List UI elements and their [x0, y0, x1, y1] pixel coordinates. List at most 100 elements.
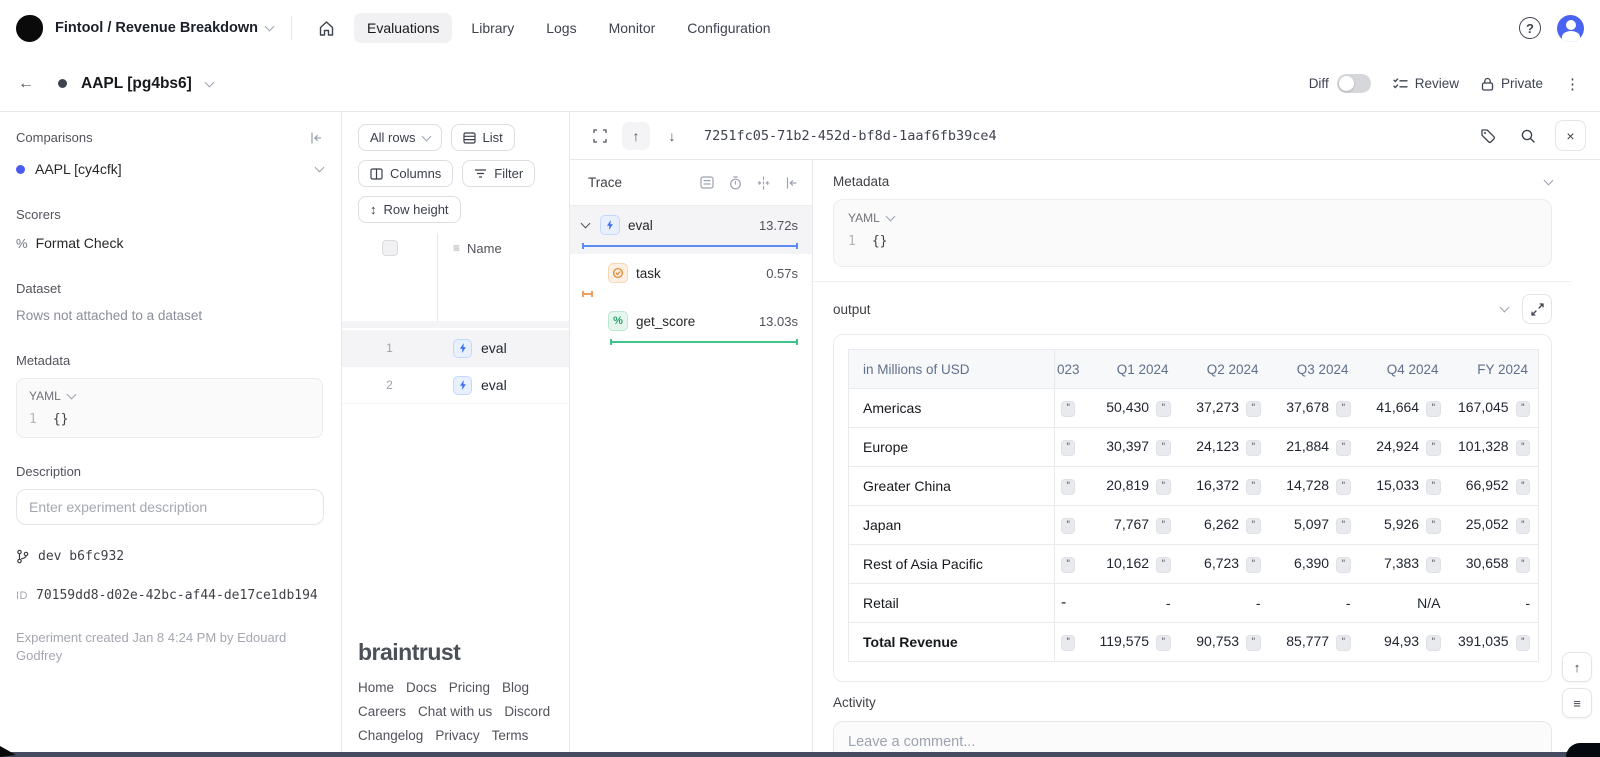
- footer-link-home[interactable]: Home: [358, 680, 394, 695]
- tab-evaluations[interactable]: Evaluations: [354, 13, 452, 43]
- metadata-yaml-editor[interactable]: YAML 1 {}: [16, 378, 323, 438]
- align-spans-icon[interactable]: [757, 176, 770, 190]
- quote-icon: [1061, 479, 1075, 495]
- expand-output-button[interactable]: [1522, 294, 1552, 324]
- more-menu-button[interactable]: ⋮: [1565, 75, 1580, 93]
- avatar[interactable]: [1557, 15, 1584, 42]
- caret-down-icon[interactable]: [581, 219, 591, 229]
- experiment-title[interactable]: AAPL [pg4bs6]: [81, 75, 192, 93]
- span-list-icon[interactable]: [700, 176, 714, 189]
- quote-icon: [1516, 557, 1530, 573]
- description-input[interactable]: [16, 489, 324, 525]
- mouse-cursor: [0, 746, 16, 757]
- collapse-panel-icon[interactable]: [309, 132, 323, 144]
- quote-icon: [1156, 440, 1170, 456]
- home-icon: [318, 20, 335, 37]
- footer-link-discord[interactable]: Discord: [504, 704, 550, 719]
- comparison-experiment[interactable]: AAPL [cy4cfk]: [16, 161, 323, 177]
- tab-library[interactable]: Library: [458, 13, 527, 43]
- row-name-value: eval: [481, 377, 507, 393]
- review-button[interactable]: Review: [1393, 76, 1459, 91]
- trace-span-task[interactable]: task 0.57s: [570, 254, 812, 302]
- search-button[interactable]: [1515, 123, 1541, 149]
- private-label: Private: [1501, 76, 1543, 91]
- braintrust-logo-icon[interactable]: [16, 15, 43, 42]
- tag-button[interactable]: [1475, 123, 1501, 149]
- footer-link-careers[interactable]: Careers: [358, 704, 406, 719]
- columns-button[interactable]: Columns: [358, 160, 453, 187]
- breadcrumb[interactable]: Fintool / Revenue Breakdown: [55, 20, 273, 36]
- timer-icon[interactable]: [729, 176, 742, 190]
- cell-value: 37,678: [1286, 399, 1329, 415]
- footer-link-docs[interactable]: Docs: [406, 680, 437, 695]
- yaml-content: {}: [53, 412, 69, 427]
- cell-value: 101,328: [1458, 438, 1509, 454]
- metadata-yaml-editor[interactable]: YAML 1 {}: [833, 199, 1552, 267]
- column-drag-icon: ≡: [453, 241, 460, 255]
- tab-logs[interactable]: Logs: [533, 13, 589, 43]
- all-rows-dropdown[interactable]: All rows: [358, 124, 442, 151]
- region-label: Rest of Asia Pacific: [849, 545, 1055, 584]
- unit-header: in Millions of USD: [849, 350, 1055, 389]
- chevron-down-icon[interactable]: [1544, 175, 1554, 185]
- footer-link-changelog[interactable]: Changelog: [358, 728, 423, 743]
- previous-row-button[interactable]: ↑: [622, 122, 650, 150]
- footer-link-privacy[interactable]: Privacy: [435, 728, 479, 743]
- diff-toggle[interactable]: [1337, 74, 1371, 93]
- help-icon[interactable]: ?: [1519, 17, 1541, 39]
- cell-value: 6,390: [1294, 555, 1329, 571]
- chevron-down-icon[interactable]: [204, 77, 214, 87]
- experiment-sidebar: Comparisons AAPL [cy4cfk] Scorers % Form…: [0, 112, 342, 757]
- yaml-mode-select[interactable]: YAML: [848, 211, 880, 225]
- column-header: Q1 2024: [1089, 350, 1179, 389]
- scorer-item[interactable]: % Format Check: [16, 235, 323, 251]
- span-duration: 0.57s: [766, 266, 798, 281]
- yaml-mode-select[interactable]: YAML: [29, 389, 61, 403]
- region-label: Japan: [849, 506, 1055, 545]
- braintrust-wordmark: braintrust: [358, 639, 569, 666]
- footer-link-pricing[interactable]: Pricing: [449, 680, 490, 695]
- scorer-name: Format Check: [36, 235, 124, 251]
- table-row: Rest of Asia Pacific 10,162 6,723 6,390 …: [849, 545, 1539, 584]
- next-row-button[interactable]: ↓: [658, 122, 686, 150]
- table-row: Europe 30,397 24,123 21,884 24,924 101,3…: [849, 428, 1539, 467]
- region-label: Greater China: [849, 467, 1055, 506]
- nav-tabs: Evaluations Library Logs Monitor Configu…: [354, 13, 784, 43]
- filter-button[interactable]: Filter: [462, 160, 535, 187]
- trace-span-eval[interactable]: eval 13.72s: [570, 206, 812, 254]
- fullscreen-button[interactable]: [586, 122, 614, 150]
- span-duration: 13.03s: [759, 314, 798, 329]
- span-timeline-bar: [582, 245, 798, 247]
- scroll-top-button[interactable]: ↑: [1562, 652, 1592, 682]
- footer-link-blog[interactable]: Blog: [502, 680, 529, 695]
- quote-icon: [1336, 401, 1350, 417]
- table-row[interactable]: 1 eval: [342, 330, 569, 367]
- activity-menu-button[interactable]: ≡: [1562, 688, 1592, 718]
- git-branch-row: dev b6fc932: [16, 549, 323, 564]
- tab-monitor[interactable]: Monitor: [596, 13, 669, 43]
- name-column-header[interactable]: Name: [467, 241, 502, 256]
- chevron-down-icon: [885, 212, 895, 222]
- footer-link-terms[interactable]: Terms: [492, 728, 529, 743]
- select-all-checkbox[interactable]: [382, 240, 398, 256]
- private-button[interactable]: Private: [1481, 76, 1543, 91]
- footer-link-chat[interactable]: Chat with us: [418, 704, 492, 719]
- window-corner: [1566, 743, 1600, 757]
- tab-configuration[interactable]: Configuration: [674, 13, 783, 43]
- comment-input[interactable]: [848, 734, 1537, 750]
- back-button[interactable]: ←: [18, 75, 34, 93]
- grid-summary-strip: [342, 321, 569, 328]
- table-row[interactable]: 2 eval: [342, 367, 569, 404]
- trace-span-get-score[interactable]: % get_score 13.03s: [570, 302, 812, 350]
- quote-icon: [1336, 557, 1350, 573]
- row-height-button[interactable]: ↕ Row height: [358, 196, 461, 223]
- output-table-card[interactable]: in Millions of USD 023 Q1 2024 Q2 2024 Q…: [833, 334, 1552, 682]
- quote-icon: [1061, 440, 1075, 456]
- chevron-down-icon[interactable]: [1500, 303, 1510, 313]
- close-panel-button[interactable]: ×: [1555, 120, 1586, 151]
- quote-icon: [1516, 518, 1530, 534]
- cell-value: N/A: [1417, 595, 1440, 611]
- collapse-panel-icon[interactable]: [785, 177, 798, 189]
- home-button[interactable]: [310, 12, 342, 44]
- list-view-button[interactable]: List: [451, 124, 515, 151]
